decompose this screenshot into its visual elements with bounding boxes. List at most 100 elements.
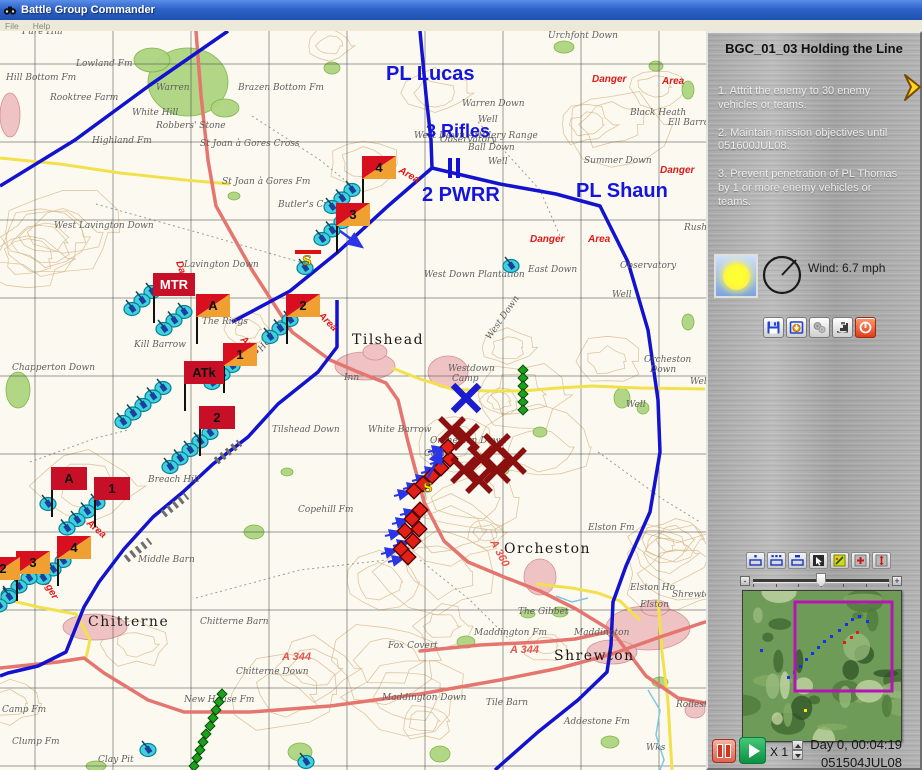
road-number-label: A 344 [281,651,311,663]
place-label: Well [626,400,646,410]
place-label: Down [649,365,676,375]
place-label: Rooktree Farm [49,93,118,103]
unit-status-button[interactable] [788,552,807,569]
map-display-toolbar [746,552,891,569]
save-icon [766,320,781,335]
place-label: East Down [527,265,577,275]
unit-boundary-mark [456,158,460,178]
overview-minimap[interactable] [742,590,902,742]
mission-title: BGC_01_03 Holding the Line [708,41,920,56]
place-label: Fox Covert [387,641,438,651]
flag-label: 3 [349,207,356,222]
phase-line-label: 3 Rifles [426,121,490,141]
minimap-friendly-dot [845,623,848,626]
load-button[interactable] [786,317,807,338]
load-icon [789,320,804,335]
quit-button[interactable] [855,317,876,338]
unit-boundary-mark [448,158,452,178]
woodland [430,746,450,762]
play-icon [749,744,760,758]
woodland [6,372,30,408]
flag-label: 2 [299,298,306,313]
town-label: Shrewton [554,648,635,664]
flag-label: 1 [108,481,115,496]
minimap-friendly-dot [811,652,814,655]
pause-icon [725,744,731,758]
objective-1: 1. Attrit the enemy to 30 enemy vehicles… [718,85,904,113]
place-label: Black Heath [629,108,686,118]
built-up-area [0,93,20,137]
play-button[interactable] [739,737,766,764]
place-label: Urchfont Down [548,31,618,41]
pause-button[interactable] [712,739,736,763]
zoom-out-button[interactable]: - [740,576,750,586]
map-edit-button[interactable] [830,552,849,569]
place-label: Maddington Down [381,693,467,703]
range-tool-button[interactable] [872,552,891,569]
flag-label: 4 [70,540,78,555]
woodland [601,736,619,748]
scenario-icon [835,320,850,335]
tactical-map[interactable]: Pure HillUrchfont DownHill Bottom FmLowl… [0,31,706,770]
woodland [134,48,170,72]
place-label: Breach Hill [147,475,200,485]
suppression-icon: S [302,254,311,269]
speed-down-button[interactable] [792,750,803,760]
save-button[interactable] [763,317,784,338]
place-label: Chitterne Down [236,667,309,677]
minimap-enemy-dot [843,641,846,644]
place-label: Wks [646,743,666,753]
app-window: Battle Group Commander File Help Pure Hi… [0,0,922,770]
woodland [281,468,293,476]
place-label: Elston Ho [629,583,676,593]
add-graphic-button[interactable] [851,552,870,569]
select-tool-button[interactable] [809,552,828,569]
place-label: White Barrow [368,425,432,435]
road-number-label: A 344 [509,644,539,656]
phase-line-label: PL Lucas [386,63,475,85]
woodland [211,99,239,117]
scenario-button[interactable] [832,317,853,338]
place-label: Lowland Fm [75,59,133,69]
flag-label: 4 [375,160,383,175]
map-zoom-slider[interactable]: - + [740,573,902,589]
suppression-icon: S [423,481,432,496]
map-canvas[interactable]: Pure HillUrchfont DownHill Bottom FmLowl… [0,31,706,770]
objective-3: 3. Prevent penetration of PL Thomas by 1… [718,168,904,209]
place-label: Kill Barrow [133,340,186,350]
place-label: Camp Fm [2,705,46,715]
place-label: Well [612,290,632,300]
place-label: Westdown [448,364,495,374]
place-label: Tile Barn [486,698,528,708]
place-label: Warren Down [462,99,525,109]
place-label: Inn [343,373,359,383]
menu-file[interactable]: File [5,21,19,31]
title-bar[interactable]: Battle Group Commander [0,0,922,20]
unit-symbols-icon [748,554,763,567]
place-label: Maddington Fm [473,628,547,638]
yellow-arrow-icon[interactable] [902,73,922,103]
sun-icon [723,263,750,290]
place-label: St Joan à Gores Cross [200,138,300,149]
wind-needle [782,260,796,275]
place-label: Clump Fm [12,737,60,747]
speed-up-button[interactable] [792,740,803,750]
town-label: Orcheston [504,541,591,557]
phase-line-label: 2 PWRR [422,184,500,206]
unit-symbols-button[interactable] [746,552,765,569]
options-button[interactable] [809,317,830,338]
options-icon [812,320,827,335]
datetime-stamp: 051504JUL08 [821,755,902,770]
place-label: Elston [639,600,669,610]
menu-help[interactable]: Help [33,21,50,31]
place-label: Rush Down [683,223,706,233]
unit-names-button[interactable] [767,552,786,569]
zoom-in-button[interactable]: + [892,576,902,586]
woodland [554,41,574,53]
main-toolbar [763,317,876,338]
mission-objectives: 1. Attrit the enemy to 30 enemy vehicles… [718,85,904,223]
minimap-friendly-dot [805,658,808,661]
minimap-friendly-dot [823,640,826,643]
place-label: Rollesto [675,700,706,710]
woodland [533,427,547,437]
